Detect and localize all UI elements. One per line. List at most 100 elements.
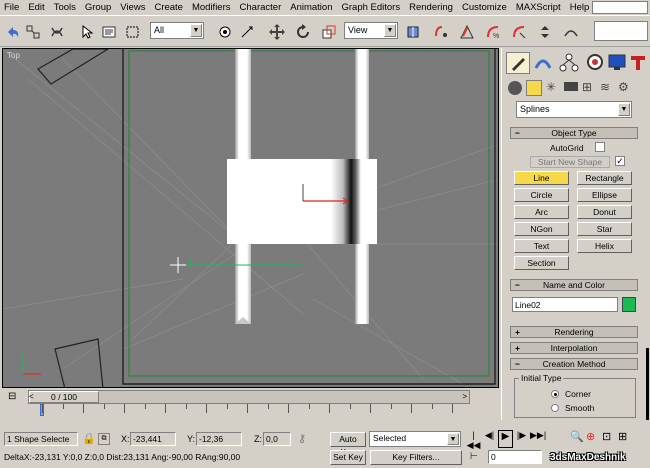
move-icon[interactable] xyxy=(266,21,288,43)
region-select-icon[interactable] xyxy=(122,21,144,43)
go-to-end-icon[interactable]: ▶▶| xyxy=(530,430,546,448)
reference-coord-dropdown[interactable]: View ▼ xyxy=(344,22,398,39)
percent-snap-icon[interactable] xyxy=(508,21,530,43)
category-dropdown[interactable]: Splines ▼ xyxy=(516,101,632,118)
creation-method-rollout-header[interactable]: − Creation Method xyxy=(510,358,638,370)
geometry-icon[interactable] xyxy=(508,81,522,95)
key-filters-button[interactable]: Key Filters... xyxy=(370,450,462,465)
absolute-mode-icon[interactable]: ⧉ xyxy=(98,433,110,445)
menu-maxscript[interactable]: MAXScript xyxy=(516,2,561,13)
set-key-button[interactable]: Set Key xyxy=(330,450,366,465)
object-type-rollout-header[interactable]: − Object Type xyxy=(510,127,638,139)
time-slider-thumb[interactable]: 0 / 100 xyxy=(29,391,99,403)
start-new-shape-checkbox[interactable]: ✓ xyxy=(615,156,625,166)
arc-button[interactable]: Arc xyxy=(514,205,569,219)
spinner-snap-icon[interactable] xyxy=(534,21,556,43)
star-button[interactable]: Star xyxy=(577,222,632,236)
current-frame-field[interactable]: 0 xyxy=(488,450,542,464)
hierarchy-tab-icon[interactable] xyxy=(558,52,582,74)
next-key-icon[interactable]: |▶ xyxy=(514,430,529,448)
y-coordinate-field[interactable]: -12,36 xyxy=(196,432,242,446)
ngon-button[interactable]: NGon xyxy=(514,222,569,236)
systems-icon[interactable]: ⚙ xyxy=(618,80,632,94)
space-warps-icon[interactable]: ≋ xyxy=(600,80,614,94)
unlink-icon[interactable] xyxy=(46,21,68,43)
interpolation-rollout-header[interactable]: + Interpolation xyxy=(510,342,638,354)
menu-views[interactable]: Views xyxy=(120,2,145,13)
select-by-name-icon[interactable] xyxy=(98,21,120,43)
object-color-swatch[interactable] xyxy=(622,297,636,312)
motion-tab-icon[interactable] xyxy=(584,52,608,74)
menu-help[interactable]: Help xyxy=(570,2,590,13)
shapes-icon[interactable] xyxy=(526,80,542,96)
menu-animation[interactable]: Animation xyxy=(290,2,332,13)
menu-file[interactable]: File xyxy=(4,2,19,13)
rendering-rollout-header[interactable]: + Rendering xyxy=(510,326,638,338)
pivot-center-icon[interactable] xyxy=(402,21,424,43)
zoom-all-icon[interactable]: ⊕ xyxy=(586,430,600,448)
search-field[interactable] xyxy=(592,1,648,14)
scale-icon[interactable] xyxy=(318,21,340,43)
select-and-link-icon[interactable] xyxy=(430,21,452,43)
menu-character[interactable]: Character xyxy=(240,2,282,13)
key-mode-dropdown[interactable]: Selected ▼ xyxy=(369,431,461,447)
top-viewport[interactable]: Top xyxy=(2,48,499,388)
menu-customize[interactable]: Customize xyxy=(462,2,507,13)
select-object-icon[interactable] xyxy=(76,21,98,43)
x-coordinate-field[interactable]: -23,441 xyxy=(130,432,176,446)
angle-snap-icon[interactable]: % xyxy=(482,21,504,43)
auto-key-button[interactable]: Auto Key xyxy=(330,432,366,457)
ellipse-button[interactable]: Ellipse xyxy=(577,188,632,202)
section-button[interactable]: Section xyxy=(514,256,569,270)
lock-icon[interactable]: 🔒 xyxy=(82,432,96,445)
menu-tools[interactable]: Tools xyxy=(54,2,76,13)
donut-button[interactable]: Donut xyxy=(577,205,632,219)
rectangle-button[interactable]: Rectangle xyxy=(577,171,632,185)
modify-tab-icon[interactable] xyxy=(532,52,556,74)
cameras-icon[interactable] xyxy=(564,82,578,91)
menu-rendering[interactable]: Rendering xyxy=(409,2,453,13)
create-tab-icon[interactable] xyxy=(506,52,530,74)
smooth-radio[interactable] xyxy=(551,404,559,412)
prev-key-icon[interactable]: ◀| xyxy=(482,430,497,448)
zoom-extents-all-icon[interactable]: ⊞ xyxy=(618,430,632,448)
name-color-rollout-header[interactable]: − Name and Color xyxy=(510,279,638,291)
panel-scrollbar[interactable] xyxy=(646,348,649,420)
play-icon[interactable]: ▶ xyxy=(498,430,513,448)
window-crossing-icon[interactable] xyxy=(214,21,236,43)
select-manipulate-icon[interactable] xyxy=(236,21,258,43)
next-frame-icon[interactable]: > xyxy=(462,392,467,401)
helix-button[interactable]: Helix xyxy=(577,239,632,253)
start-new-shape-button[interactable]: Start New Shape xyxy=(530,156,610,168)
select-link-icon[interactable] xyxy=(22,21,44,43)
time-slider-track[interactable]: 0 / 100 < > xyxy=(28,390,470,404)
z-coordinate-field[interactable]: 0,0 xyxy=(263,432,291,446)
menu-edit[interactable]: Edit xyxy=(28,2,44,13)
snap-toggle-icon[interactable] xyxy=(456,21,478,43)
utilities-tab-icon[interactable] xyxy=(628,52,650,74)
menu-create[interactable]: Create xyxy=(154,2,183,13)
autogrid-checkbox[interactable] xyxy=(595,142,605,152)
key-mode-toggle-icon[interactable]: ⊢ xyxy=(470,451,478,462)
go-to-start-icon[interactable]: |◀◀ xyxy=(466,430,481,450)
circle-button[interactable]: Circle xyxy=(514,188,569,202)
corner-radio[interactable] xyxy=(551,390,559,398)
text-button[interactable]: Text xyxy=(514,239,569,253)
display-tab-icon[interactable] xyxy=(606,52,630,74)
object-name-input[interactable]: Line02 xyxy=(512,297,618,312)
menu-group[interactable]: Group xyxy=(85,2,111,13)
undo-icon[interactable] xyxy=(2,21,24,43)
zoom-extents-icon[interactable]: ⊡ xyxy=(602,430,616,448)
lights-icon[interactable]: ✳ xyxy=(546,80,560,94)
named-selection-icon[interactable] xyxy=(560,21,582,43)
prev-frame-icon[interactable]: < xyxy=(29,392,34,401)
helpers-icon[interactable]: ⊞ xyxy=(582,80,596,94)
key-icon[interactable]: ⚷ xyxy=(298,432,306,445)
rotate-icon[interactable] xyxy=(292,21,314,43)
named-selection-field[interactable] xyxy=(594,21,648,41)
track-bar[interactable]: 0 10 20 30 40 50 60 70 80 90 100 xyxy=(39,404,480,437)
line-button[interactable]: Line xyxy=(514,171,569,185)
selection-filter-dropdown[interactable]: All ▼ xyxy=(150,22,204,39)
track-bar-toggle-icon[interactable]: ⊟ xyxy=(8,392,22,403)
menu-graph-editors[interactable]: Graph Editors xyxy=(341,2,400,13)
